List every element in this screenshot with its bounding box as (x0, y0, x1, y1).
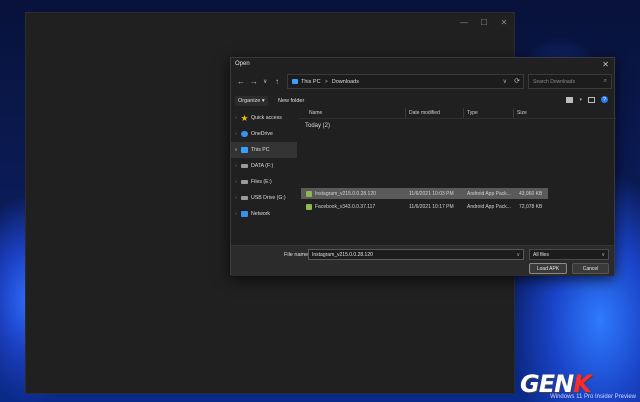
close-button[interactable]: ✕ (494, 13, 514, 31)
file-size: 43,960 KB (519, 191, 543, 197)
load-apk-button[interactable]: Load APK (529, 263, 567, 274)
column-size[interactable]: Size (517, 110, 527, 116)
up-button[interactable]: ↑ (275, 77, 279, 86)
sidebar-item-onedrive[interactable]: › OneDrive (231, 126, 297, 142)
drive-icon (241, 180, 248, 184)
address-bar[interactable]: This PC > Downloads ∨ ⟳ (287, 74, 524, 89)
group-header-today[interactable]: Today (2) (305, 123, 330, 129)
change-view-icon[interactable] (566, 96, 574, 103)
file-type: Android App Pack... (467, 204, 511, 210)
column-name[interactable]: Name (309, 110, 322, 116)
file-list: Name Date modified Type Size Today (2) I… (299, 106, 616, 244)
sidebar-item-label: Files (E:) (251, 179, 272, 185)
forward-button[interactable]: → (250, 77, 258, 86)
column-date-modified[interactable]: Date modified (409, 110, 440, 116)
chevron-right-icon[interactable]: › (231, 211, 241, 217)
file-type: Android App Pack... (467, 191, 511, 197)
file-name: Facebook_v343.0.0.37.117 (315, 204, 376, 210)
apk-file-icon (306, 191, 312, 197)
search-placeholder: Search Downloads (533, 78, 575, 85)
chevron-down-icon[interactable]: ∨ (516, 252, 520, 258)
pc-icon (241, 147, 248, 153)
column-divider[interactable] (405, 108, 406, 118)
genk-logo: GENK (520, 370, 592, 398)
sidebar-item-label: DATA (F:) (251, 163, 274, 169)
sidebar-item-label: USB Drive (G:) (251, 195, 286, 201)
chevron-right-icon[interactable]: › (231, 179, 241, 185)
dialog-close-button[interactable]: ✕ (602, 60, 609, 69)
column-divider[interactable] (463, 108, 464, 118)
sidebar-item-label: Network (251, 211, 271, 217)
chevron-right-icon[interactable]: › (231, 115, 241, 121)
breadcrumb-this-pc[interactable]: This PC (301, 79, 321, 85)
file-type-filter-value: All files (533, 251, 549, 258)
organize-button[interactable]: Organize ▾ (235, 96, 268, 106)
sidebar-item-data-drive[interactable]: › DATA (F:) (231, 158, 297, 174)
file-name-label: File name: (284, 252, 310, 258)
sidebar-item-usb-drive[interactable]: › USB Drive (G:) (231, 190, 297, 206)
file-type-filter[interactable]: All files ∨ (529, 249, 609, 260)
file-date: 11/6/2021 10:03 PM (409, 191, 454, 197)
chevron-down-icon[interactable]: ▾ (579, 97, 582, 103)
drive-icon (241, 164, 248, 168)
apk-file-icon (306, 204, 312, 210)
cloud-icon (241, 131, 248, 137)
navigation-pane: › Quick access › OneDrive ∨ This PC › DA… (231, 110, 297, 244)
back-button[interactable]: ← (237, 77, 245, 86)
file-size: 72,078 KB (519, 204, 543, 210)
address-row: ← → ∨ ↑ This PC > Downloads ∨ ⟳ Search D… (231, 74, 614, 90)
file-name-value: Instagram_v215.0.0.28.120 (312, 251, 373, 258)
column-type[interactable]: Type (467, 110, 478, 116)
table-row[interactable]: Instagram_v215.0.0.28.120 11/6/2021 10:0… (301, 188, 548, 199)
breadcrumb-separator: > (324, 78, 328, 85)
search-input[interactable]: Search Downloads ⌕ (528, 74, 612, 89)
file-date: 11/6/2021 10:17 PM (409, 204, 454, 210)
preview-pane-icon[interactable] (588, 96, 595, 103)
sidebar-item-quick-access[interactable]: › Quick access (231, 110, 297, 126)
sidebar-item-this-pc[interactable]: ∨ This PC (231, 142, 297, 158)
pc-icon (292, 79, 298, 84)
sidebar-item-label: This PC (251, 147, 270, 153)
cancel-button[interactable]: Cancel (572, 263, 609, 274)
table-row[interactable]: Facebook_v343.0.0.37.117 11/6/2021 10:17… (301, 201, 548, 212)
column-headers: Name Date modified Type Size (299, 106, 616, 119)
sidebar-item-label: OneDrive (251, 131, 273, 137)
recent-locations-button[interactable]: ∨ (263, 78, 267, 85)
dialog-titlebar: Open ✕ (231, 58, 614, 72)
maximize-button[interactable]: ☐ (474, 13, 494, 31)
dialog-footer: File name: Instagram_v215.0.0.28.120 ∨ A… (231, 245, 614, 276)
dialog-title: Open (235, 61, 250, 67)
chevron-down-icon[interactable]: ∨ (601, 252, 605, 258)
genk-logo-prefix: GEN (520, 370, 574, 398)
breadcrumb-downloads[interactable]: Downloads (332, 79, 359, 85)
view-options: ▾ ? (566, 96, 608, 103)
open-file-dialog: Open ✕ ← → ∨ ↑ This PC > Downloads ∨ ⟳ S… (230, 57, 616, 276)
chevron-right-icon[interactable]: › (231, 195, 241, 201)
search-icon: ⌕ (603, 78, 607, 84)
file-name-input[interactable]: Instagram_v215.0.0.28.120 ∨ (308, 249, 524, 260)
sidebar-item-files-drive[interactable]: › Files (E:) (231, 174, 297, 190)
chevron-down-icon[interactable]: ∨ (231, 147, 241, 153)
star-icon (241, 115, 248, 121)
chevron-right-icon[interactable]: › (231, 163, 241, 169)
file-name: Instagram_v215.0.0.28.120 (315, 191, 376, 197)
window-controls: — ☐ ✕ (454, 13, 514, 31)
network-icon (241, 211, 248, 217)
minimize-button[interactable]: — (454, 13, 474, 31)
genk-logo-suffix: K (573, 370, 592, 398)
chevron-down-icon[interactable]: ∨ (503, 78, 507, 85)
refresh-icon[interactable]: ⟳ (514, 77, 520, 85)
usb-drive-icon (241, 196, 248, 200)
help-icon[interactable]: ? (601, 96, 608, 103)
chevron-right-icon[interactable]: › (231, 131, 241, 137)
column-divider[interactable] (513, 108, 514, 118)
sidebar-item-network[interactable]: › Network (231, 206, 297, 222)
sidebar-item-label: Quick access (251, 115, 282, 121)
new-folder-button[interactable]: New folder (275, 96, 307, 106)
